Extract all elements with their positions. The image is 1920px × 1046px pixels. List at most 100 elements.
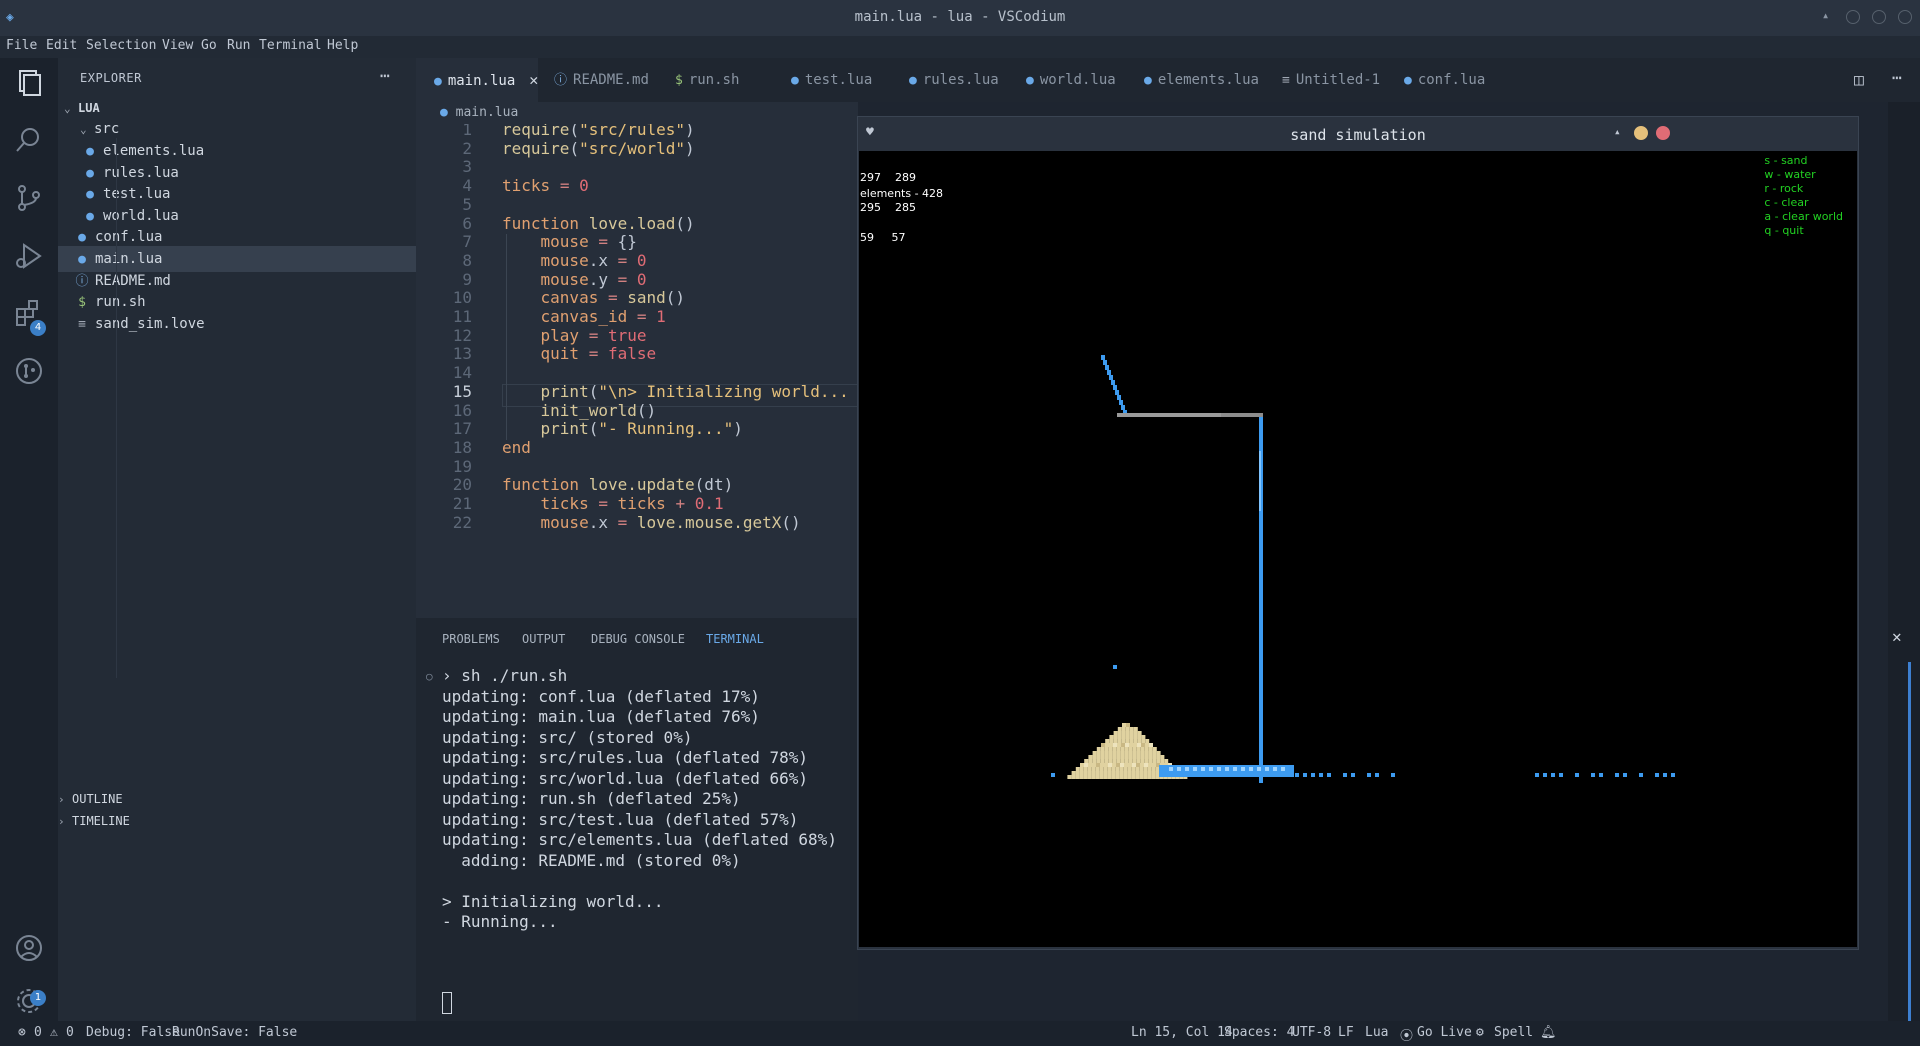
code-line[interactable]: mouse.x = love.mouse.getX() <box>502 513 801 532</box>
terminal-status-circle-icon: ○ <box>426 670 433 683</box>
code-line[interactable]: ticks = ticks + 0.1 <box>502 494 724 513</box>
sand-particle <box>1091 775 1096 779</box>
terminal-cursor <box>442 992 452 1014</box>
language-mode[interactable]: Lua <box>1365 1025 1388 1040</box>
tab-run-sh[interactable]: $ run.sh <box>675 58 739 102</box>
encoding-status[interactable]: UTF-8 <box>1292 1025 1331 1040</box>
more-actions-icon[interactable]: ⋯ <box>1892 68 1902 87</box>
window-maximize-button[interactable] <box>1872 10 1886 24</box>
code-line[interactable]: ticks = 0 <box>502 176 589 195</box>
close-button[interactable] <box>1656 126 1670 140</box>
code-line[interactable]: canvas_id = 1 <box>502 307 666 326</box>
shade-icon[interactable]: ▴ <box>1614 125 1621 138</box>
menu-view[interactable]: View <box>162 38 193 53</box>
code-line[interactable]: quit = false <box>502 344 657 363</box>
runonsave-status[interactable]: RunOnSave: False <box>172 1025 297 1040</box>
tree-file-sand-sim-love[interactable]: ≡ sand_sim.love <box>58 311 416 337</box>
panel-tab-debug-console[interactable]: DEBUG CONSOLE <box>591 632 685 646</box>
close-panel-icon[interactable]: ✕ <box>1892 627 1902 646</box>
line-number: 10 <box>452 288 472 308</box>
more-actions-icon[interactable]: ⋯ <box>380 66 390 85</box>
git-graph-icon[interactable] <box>12 354 46 388</box>
timeline-section[interactable]: › TIMELINE <box>58 808 416 834</box>
indentation-status[interactable]: Spaces: 4 <box>1224 1025 1294 1040</box>
tab-world-lua[interactable]: ● world.lua <box>1026 58 1116 102</box>
go-live-icon[interactable]: ⦿ <box>1400 1025 1413 1044</box>
breadcrumb-file[interactable]: main.lua <box>456 105 519 120</box>
code-line[interactable]: require("src/rules") <box>502 124 695 139</box>
window-shade-icon[interactable]: ▴ <box>1822 8 1829 22</box>
water-particle <box>1303 773 1307 777</box>
code-line[interactable]: function love.load() <box>502 214 695 233</box>
tab-elements-lua[interactable]: ● elements.lua <box>1144 58 1259 102</box>
split-editor-icon[interactable]: ◫ <box>1854 70 1864 89</box>
tab-readme[interactable]: ⓘ README.md <box>554 58 649 102</box>
menu-help[interactable]: Help <box>327 38 358 53</box>
menu-run[interactable]: Run <box>227 38 250 53</box>
tab-rules-lua[interactable]: ● rules.lua <box>909 58 999 102</box>
window-close-button[interactable] <box>1898 10 1912 24</box>
menu-file[interactable]: File <box>6 38 37 53</box>
sand-particle <box>1112 763 1116 767</box>
code-line[interactable]: end <box>502 438 531 457</box>
sand-particle <box>1115 771 1120 775</box>
sand-particle <box>1087 775 1092 779</box>
minimize-button[interactable] <box>1634 126 1648 140</box>
spell-icon[interactable]: ⚙ <box>1476 1025 1484 1040</box>
panel-tab-terminal[interactable]: TERMINAL <box>706 632 764 646</box>
run-debug-icon[interactable] <box>12 239 46 273</box>
tab-test-lua[interactable]: ● test.lua <box>791 58 872 102</box>
sand-particle <box>1109 743 1113 747</box>
sand-particle <box>1131 771 1136 775</box>
code-line[interactable]: canvas = sand() <box>502 288 686 307</box>
tab-conf-lua[interactable]: ● conf.lua <box>1404 58 1485 102</box>
explorer-icon[interactable] <box>12 66 46 100</box>
menu-selection[interactable]: Selection <box>86 38 156 53</box>
warning-count[interactable]: 0 <box>66 1025 74 1040</box>
spell-button[interactable]: Spell <box>1494 1025 1533 1040</box>
sand-particle <box>1137 743 1141 747</box>
terminal-line: updating: src/ (stored 0%) <box>442 727 693 747</box>
code-line[interactable]: init_world() <box>502 401 657 420</box>
error-count[interactable]: 0 <box>34 1025 42 1040</box>
warning-icon[interactable]: ⚠ <box>50 1025 58 1040</box>
code-line[interactable]: print("- Running...") <box>502 419 743 438</box>
sand-particle <box>1108 751 1113 755</box>
panel-tab-problems[interactable]: PROBLEMS <box>442 632 500 646</box>
sand-particle <box>1126 723 1130 727</box>
sand-particle <box>1103 771 1108 775</box>
sand-particle <box>1129 731 1134 735</box>
tab-untitled-1[interactable]: ≡ Untitled-1 <box>1282 58 1380 102</box>
sand-particle <box>1115 767 1120 771</box>
eol-status[interactable]: LF <box>1338 1025 1354 1040</box>
code-line[interactable]: mouse.y = 0 <box>502 270 647 289</box>
menu-go[interactable]: Go <box>201 38 217 53</box>
code-line[interactable]: mouse.x = 0 <box>502 251 647 270</box>
scrollbar-track[interactable] <box>1908 662 1911 1022</box>
account-icon[interactable] <box>12 931 46 965</box>
code-line[interactable]: function love.update(dt) <box>502 475 733 494</box>
code-editor[interactable]: 1 require("src/rules") 2 require("src/world… <box>416 124 858 618</box>
sand-particle <box>1120 747 1125 751</box>
close-icon[interactable]: ✕ <box>529 71 538 89</box>
tree-item-label: run.sh <box>95 294 146 310</box>
debug-status[interactable]: Debug: False <box>86 1025 180 1040</box>
panel-tab-output[interactable]: OUTPUT <box>522 632 565 646</box>
go-live-button[interactable]: Go Live <box>1417 1025 1472 1040</box>
code-line[interactable]: play = true <box>502 326 647 345</box>
menu-terminal[interactable]: Terminal <box>259 38 322 53</box>
code-line[interactable]: require("src/world") <box>502 139 695 158</box>
tab-main-lua[interactable]: ● main.lua ✕ <box>416 58 538 102</box>
code-line[interactable]: mouse = {} <box>502 232 637 251</box>
simulation-canvas[interactable]: 297 289 295 285 59 57 elements - 428 s -… <box>859 151 1857 947</box>
menu-edit[interactable]: Edit <box>46 38 77 53</box>
line-number: 7 <box>462 232 472 252</box>
code-line[interactable]: print("\n> Initializing world... <box>502 382 849 401</box>
error-icon[interactable]: ⊗ <box>18 1025 26 1040</box>
window-minimize-button[interactable] <box>1846 10 1860 24</box>
cursor-position[interactable]: Ln 15, Col 14 <box>1131 1025 1233 1040</box>
notifications-bell-icon[interactable]: 🔔︎ <box>1540 1025 1557 1040</box>
source-control-icon[interactable] <box>12 181 46 215</box>
sand-particle <box>1132 747 1137 751</box>
search-icon[interactable] <box>12 123 46 157</box>
